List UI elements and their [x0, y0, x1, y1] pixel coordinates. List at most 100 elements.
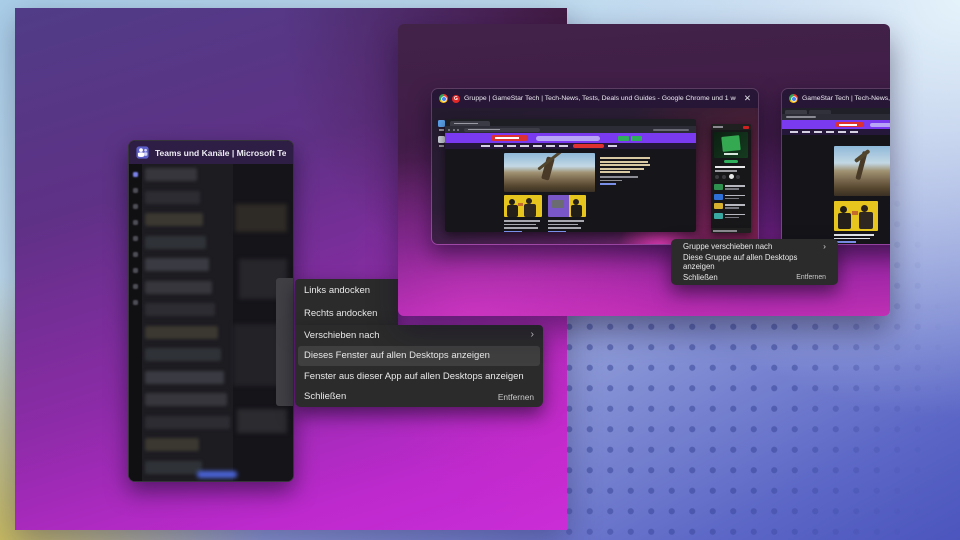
- decor-block: [481, 145, 490, 147]
- decor-block: [600, 164, 650, 166]
- decor-block: [714, 194, 723, 200]
- decor-block: [145, 168, 197, 181]
- chrome-icon: [789, 94, 798, 103]
- decor-block: [454, 123, 478, 124]
- decor-block: [133, 188, 138, 193]
- teams-thumbnail-titlebar: Teams und Kanäle | Microsoft Teams: [129, 141, 293, 164]
- decor-block: [814, 131, 822, 133]
- decor-block: [870, 123, 890, 127]
- decor-block: [144, 149, 147, 152]
- decor-block: [145, 326, 218, 339]
- group-thumbnail-titlebar: G Gruppe | GameStar Tech | Tech-News, Te…: [432, 89, 758, 108]
- decor-block: [600, 183, 616, 185]
- video-thumbnail-yellow: [834, 201, 878, 231]
- decor-block: [524, 204, 536, 217]
- decor-block: [839, 124, 857, 126]
- menu-item-rechts-andocken[interactable]: Rechts andocken: [295, 302, 398, 325]
- decor-block: [507, 145, 516, 147]
- menu-item-label: Fenster aus dieser App auf allen Desktop…: [304, 371, 524, 382]
- decor-block: [714, 213, 723, 219]
- decor-block: [834, 234, 874, 236]
- decor-block: [145, 371, 224, 384]
- decor-block: [145, 258, 209, 271]
- menu-item-fenster-aus-dieser-app[interactable]: Fenster aus dieser App auf allen Desktop…: [295, 366, 543, 387]
- article-hero-image-tree: [504, 153, 595, 192]
- decor-block: [548, 227, 581, 229]
- decor-block: [145, 191, 200, 204]
- decor-block: [439, 129, 444, 131]
- decor-block: [495, 137, 519, 139]
- decor-block: [571, 205, 582, 217]
- decor-block: [133, 204, 138, 209]
- menu-item-verschieben-nach[interactable]: Verschieben nach ›: [295, 325, 543, 346]
- menu-shortcut-entfernen: Entfernen: [796, 274, 826, 281]
- decor-block: [713, 126, 723, 128]
- decor-block: [546, 145, 555, 147]
- decor-block: [504, 220, 540, 222]
- decor-block: [518, 203, 523, 206]
- decor-block: [715, 175, 719, 179]
- chrome-window-thumbnail[interactable]: GameStar Tech | Tech-News, Tests, De: [781, 88, 890, 245]
- decor-block: [145, 348, 221, 361]
- site-search-field: [536, 136, 600, 141]
- decor-block: [653, 129, 689, 131]
- decor-block: [786, 116, 816, 118]
- window-thumbnail-title: GameStar Tech | Tech-News, Tests, De: [802, 95, 890, 102]
- decor-block: [504, 231, 522, 232]
- menu-item-links-andocken[interactable]: Links andocken: [295, 279, 398, 302]
- decor-block: [736, 175, 740, 179]
- decor-block: [133, 220, 138, 225]
- gamestar-favicon: G: [452, 95, 460, 103]
- decor-block: [133, 300, 138, 305]
- decor-block: [852, 211, 858, 215]
- teams-window-thumbnail[interactable]: Teams und Kanäle | Microsoft Teams: [128, 140, 294, 482]
- decor-block: [559, 145, 568, 147]
- gamestar-site-header: [445, 133, 696, 143]
- decor-block: [600, 157, 650, 159]
- decor-block: [725, 207, 739, 209]
- decor-block: [809, 110, 831, 114]
- teams-icon: [136, 146, 149, 159]
- menu-item-label: Verschieben nach: [304, 330, 380, 341]
- decor-block: [715, 166, 745, 168]
- video-thumbnail-purple: [548, 195, 586, 217]
- decor-block: [504, 224, 536, 226]
- menu-item-schliessen[interactable]: Schließen Entfernen: [295, 387, 543, 408]
- menu-item-dieses-fenster-auf-allen-desktops[interactable]: Dieses Fenster auf allen Desktops anzeig…: [298, 346, 540, 367]
- window-context-menu-top: Links andocken Rechts andocken: [295, 279, 398, 325]
- menu-item-schliessen-gruppe[interactable]: Schließen Entfernen: [671, 270, 838, 285]
- decor-block: [725, 217, 739, 219]
- decor-block: [721, 135, 740, 152]
- chrome-icon: [439, 94, 448, 103]
- menu-item-label: Rechts andocken: [304, 308, 377, 319]
- decor-block: [713, 230, 737, 232]
- decor-block: [785, 110, 807, 114]
- browser-tabstrip: [445, 119, 696, 126]
- article-hero-image-tree: [834, 146, 890, 196]
- decor-block: [145, 416, 230, 429]
- decor-block: [468, 129, 500, 130]
- decor-block: [133, 252, 138, 257]
- decor-block: [133, 268, 138, 273]
- decor-block: [840, 206, 847, 213]
- decor-block: [145, 281, 212, 294]
- decor-block: [133, 236, 138, 241]
- decor-block: [859, 212, 873, 229]
- menu-item-diese-gruppe-auf-allen-desktops[interactable]: Diese Gruppe auf allen Desktops anzeigen: [671, 254, 838, 269]
- video-thumbnail-yellow: [504, 195, 542, 217]
- window-thumbnail-titlebar: GameStar Tech | Tech-News, Tests, De: [782, 89, 890, 108]
- decor-block: [729, 174, 734, 179]
- desktop-icon: [438, 120, 445, 127]
- menu-item-label: Diese Gruppe auf allen Desktops anzeigen: [683, 253, 826, 271]
- teams-dialog-blurred: [276, 278, 293, 406]
- decor-block: [548, 224, 578, 226]
- decor-block: [826, 131, 834, 133]
- chrome-group-thumbnail[interactable]: G Gruppe | GameStar Tech | Tech-News, Te…: [431, 88, 759, 245]
- decor-block: [439, 145, 444, 147]
- menu-item-label: Links andocken: [304, 285, 370, 296]
- decor-block: [722, 175, 726, 179]
- decor-block: [145, 393, 227, 406]
- site-content: [445, 149, 696, 232]
- group-context-menu: Gruppe verschieben nach › Diese Gruppe a…: [671, 239, 838, 285]
- close-thumbnail-button[interactable]: ✕: [740, 93, 751, 104]
